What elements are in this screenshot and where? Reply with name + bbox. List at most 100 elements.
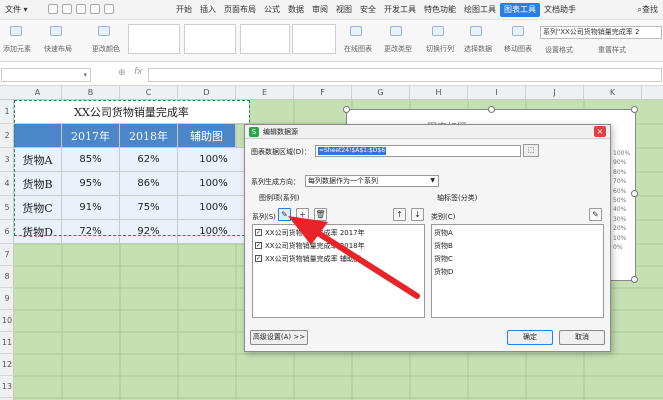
row-header-2[interactable]: 2: [0, 124, 14, 148]
category-list[interactable]: 货物A 货物B 货物C 货物D: [431, 224, 604, 318]
series-item[interactable]: ✓ XX公司货物销量完成率 2018年: [255, 240, 365, 252]
value-cell[interactable]: 75%: [120, 196, 178, 220]
chart-style-1[interactable]: [128, 24, 180, 54]
column-header-e[interactable]: E: [236, 86, 294, 100]
sheet-title-cell[interactable]: XX公司货物销量完成率: [14, 100, 250, 124]
column-header-j[interactable]: J: [526, 86, 584, 100]
edit-series-button[interactable]: ✎: [278, 208, 291, 221]
dialog-titlebar[interactable]: S 编辑数据源 ×: [245, 125, 610, 139]
row-label-cell[interactable]: 货物D: [14, 220, 62, 244]
series-item[interactable]: ✓ XX公司货物销量完成率 2017年: [255, 227, 365, 239]
chart-style-2[interactable]: [184, 24, 236, 54]
resize-handle-tl[interactable]: [343, 106, 350, 113]
search-tab[interactable]: ⌕查找: [635, 0, 661, 20]
column-header-c[interactable]: C: [120, 86, 178, 100]
add-series-button[interactable]: +: [296, 208, 309, 221]
move-chart-button[interactable]: 移动图表: [504, 44, 532, 54]
header-cell[interactable]: 辅助图: [178, 124, 236, 148]
range-picker-button[interactable]: ⬚: [523, 144, 539, 157]
reset-style-button[interactable]: 重置样式: [598, 45, 626, 55]
select-data-icon[interactable]: [470, 26, 482, 36]
select-data-button[interactable]: 选择数据: [464, 44, 492, 54]
row-header-10[interactable]: 10: [0, 310, 14, 332]
delete-series-button[interactable]: 🗑: [314, 208, 327, 221]
header-cell[interactable]: 2018年: [120, 124, 178, 148]
category-item[interactable]: 货物A: [434, 227, 453, 239]
tab-11[interactable]: 图表工具: [500, 3, 540, 17]
switch-rowcol-button[interactable]: 切换行列: [426, 44, 454, 54]
close-button[interactable]: ×: [594, 126, 606, 137]
row-header-11[interactable]: 11: [0, 332, 14, 354]
series-selector[interactable]: 系列"XX公司货物销量完成率 2: [540, 26, 662, 39]
value-cell[interactable]: 100%: [178, 220, 250, 244]
chevron-down-icon[interactable]: ▾: [83, 71, 87, 79]
resize-handle-r[interactable]: [631, 190, 638, 197]
column-header-g[interactable]: G: [352, 86, 410, 100]
resize-handle-tr[interactable]: [631, 106, 638, 113]
chart-style-3[interactable]: [240, 24, 290, 54]
chart-style-4[interactable]: [292, 24, 336, 54]
value-cell[interactable]: 100%: [178, 172, 250, 196]
preview-icon[interactable]: [76, 4, 86, 14]
ok-button[interactable]: 确定: [507, 330, 553, 345]
change-color-button[interactable]: 更改颜色: [92, 44, 120, 54]
series-direction-select[interactable]: 每列数据作为一个系列 ▼: [305, 175, 439, 187]
checkbox-checked-icon[interactable]: ✓: [255, 254, 262, 262]
value-cell[interactable]: 62%: [120, 148, 178, 172]
resize-handle-br[interactable]: [631, 276, 638, 283]
row-label-cell[interactable]: 货物A: [14, 148, 62, 172]
tab-4[interactable]: 数据: [284, 0, 308, 20]
tab-2[interactable]: 页面布局: [220, 0, 260, 20]
zoom-icon[interactable]: ⊕: [118, 68, 126, 78]
header-cell[interactable]: [14, 124, 62, 148]
row-header-9[interactable]: 9: [0, 288, 14, 310]
value-cell[interactable]: 86%: [120, 172, 178, 196]
tab-5[interactable]: 审阅: [308, 0, 332, 20]
row-header-13[interactable]: 13: [0, 376, 14, 398]
series-list[interactable]: ✓ XX公司货物销量完成率 2017年 ✓ XX公司货物销量完成率 2018年 ✓ XX公…: [252, 224, 425, 318]
fx-icon[interactable]: fx: [134, 67, 143, 77]
tab-12[interactable]: 文档助手: [540, 0, 580, 20]
name-box[interactable]: ▾: [1, 68, 91, 82]
row-header-7[interactable]: 7: [0, 244, 14, 266]
redo-icon[interactable]: [104, 4, 114, 14]
value-cell[interactable]: 85%: [62, 148, 120, 172]
undo-icon[interactable]: [90, 4, 100, 14]
column-header-d[interactable]: D: [178, 86, 236, 100]
change-type-icon[interactable]: [390, 26, 402, 36]
checkbox-checked-icon[interactable]: ✓: [255, 241, 262, 249]
row-header-5[interactable]: 5: [0, 196, 14, 220]
add-element-icon[interactable]: [10, 26, 22, 36]
row-label-cell[interactable]: 货物C: [14, 196, 62, 220]
move-chart-icon[interactable]: [512, 26, 524, 36]
value-cell[interactable]: 92%: [120, 220, 178, 244]
tab-3[interactable]: 公式: [260, 0, 284, 20]
file-menu[interactable]: 文件 ▾: [2, 3, 31, 17]
row-header-6[interactable]: 6: [0, 220, 14, 244]
edit-category-button[interactable]: ✎: [589, 208, 602, 221]
switch-rowcol-icon[interactable]: [432, 26, 444, 36]
header-cell[interactable]: 2017年: [62, 124, 120, 148]
tab-8[interactable]: 开发工具: [380, 0, 420, 20]
column-header-f[interactable]: F: [294, 86, 352, 100]
cancel-button[interactable]: 取消: [559, 330, 605, 345]
category-item[interactable]: 货物D: [434, 266, 453, 278]
category-item[interactable]: 货物C: [434, 253, 453, 265]
row-header-8[interactable]: 8: [0, 266, 14, 288]
category-item[interactable]: 货物B: [434, 240, 453, 252]
value-cell[interactable]: 95%: [62, 172, 120, 196]
column-header-i[interactable]: I: [468, 86, 526, 100]
value-cell[interactable]: 91%: [62, 196, 120, 220]
tab-9[interactable]: 特色功能: [420, 0, 460, 20]
add-element-button[interactable]: 添加元素: [3, 44, 31, 54]
column-header-a[interactable]: A: [14, 86, 62, 100]
move-down-button[interactable]: ↓: [411, 208, 424, 221]
online-chart-button[interactable]: 在线图表: [344, 44, 372, 54]
format-setting-button[interactable]: 设置格式: [545, 45, 573, 55]
row-header-12[interactable]: 12: [0, 354, 14, 376]
chart-range-input[interactable]: =Sheet24!$A$1:$D$6: [315, 145, 521, 157]
column-header-b[interactable]: B: [62, 86, 120, 100]
row-header-4[interactable]: 4: [0, 172, 14, 196]
tab-10[interactable]: 绘图工具: [460, 0, 500, 20]
tab-7[interactable]: 安全: [356, 0, 380, 20]
